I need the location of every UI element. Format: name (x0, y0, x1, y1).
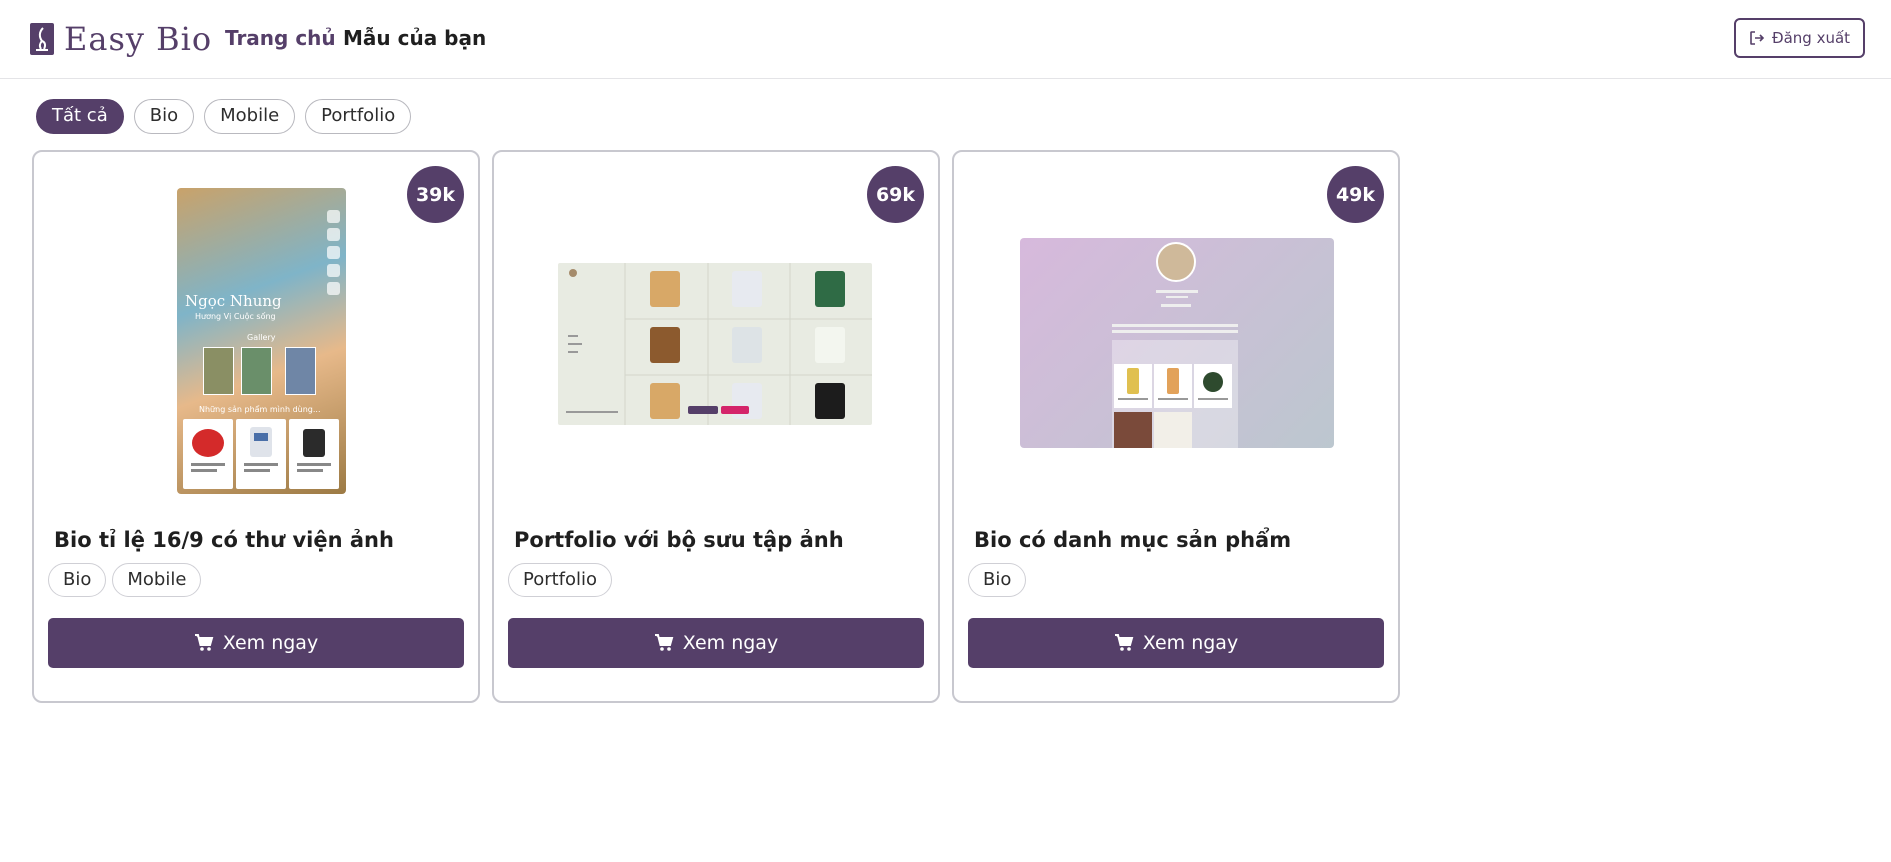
filter-mobile-chip[interactable]: Mobile (204, 99, 296, 134)
template-preview-image[interactable] (558, 263, 872, 425)
preview-mini-button (688, 406, 718, 414)
product-thumbnail (236, 419, 286, 489)
portfolio-thumbnail (732, 327, 762, 363)
card-title: Bio tỉ lệ 16/9 có thư viện ảnh (54, 528, 394, 552)
social-icon (327, 228, 340, 241)
logout-label: Đăng xuất (1771, 29, 1851, 47)
portfolio-thumbnail (650, 383, 680, 419)
card-tags: Portfolio (508, 563, 613, 597)
view-now-button[interactable]: Xem ngay (48, 618, 464, 668)
logo-icon (30, 23, 54, 55)
tag-bio: Bio (48, 563, 107, 597)
product-thumbnail (1114, 412, 1152, 448)
template-card[interactable]: 69k Portfolio với bộ sưu tập ảnh Portfol… (492, 150, 940, 703)
tag-bio: Bio (968, 563, 1027, 597)
view-now-label: Xem ngay (682, 632, 779, 654)
portfolio-thumbnail (815, 383, 845, 419)
product-thumbnail (289, 419, 339, 489)
template-preview-image[interactable] (1020, 238, 1334, 448)
cart-icon (194, 634, 214, 652)
social-icon (327, 282, 340, 295)
tag-mobile: Mobile (112, 563, 202, 597)
cart-icon (1114, 634, 1134, 652)
logo-text: Easy Bio (64, 20, 213, 58)
gallery-photo (203, 347, 234, 395)
price-badge: 39k (407, 166, 464, 223)
card-title: Portfolio với bộ sưu tập ảnh (514, 528, 844, 552)
portfolio-thumbnail (815, 271, 845, 307)
product-thumbnail (183, 419, 233, 489)
preview-products-label: Những sản phẩm mình dùng... (199, 405, 321, 414)
card-title: Bio có danh mục sản phẩm (974, 528, 1292, 552)
header: Easy Bio Trang chủ Mẫu của bạn Đăng xuất (0, 0, 1891, 79)
filter-all-chip[interactable]: Tất cả (36, 99, 124, 134)
preview-gallery-label: Gallery (247, 333, 276, 342)
preview-name: Ngọc Nhung (185, 292, 282, 310)
price-badge: 49k (1327, 166, 1384, 223)
cart-icon (654, 634, 674, 652)
logo[interactable]: Easy Bio (30, 22, 212, 56)
template-card[interactable]: Ngọc Nhung Hương Vị Cuộc sống Gallery Nh… (32, 150, 480, 703)
preview-mini-button (721, 406, 749, 414)
gallery-photo (241, 347, 272, 395)
view-now-label: Xem ngay (222, 632, 319, 654)
portfolio-thumbnail (732, 271, 762, 307)
tag-portfolio: Portfolio (508, 563, 613, 597)
card-tags: Bio Mobile (48, 563, 202, 597)
preview-subtitle: Hương Vị Cuộc sống (195, 312, 276, 321)
social-icon (327, 210, 340, 223)
filter-bio-chip[interactable]: Bio (133, 99, 195, 134)
social-icon (327, 246, 340, 259)
view-now-button[interactable]: Xem ngay (508, 618, 924, 668)
template-preview-image[interactable]: Ngọc Nhung Hương Vị Cuộc sống Gallery Nh… (177, 188, 346, 494)
nav-my-templates-link[interactable]: Mẫu của bạn (343, 26, 486, 50)
price-badge: 69k (867, 166, 924, 223)
social-icon (327, 264, 340, 277)
card-tags: Bio (968, 563, 1027, 597)
logout-button[interactable]: Đăng xuất (1734, 18, 1865, 58)
nav-home-link[interactable]: Trang chủ (225, 26, 336, 50)
template-card[interactable]: 49k Bio có danh mục sản phẩm Bio Xem nga… (952, 150, 1400, 703)
logout-icon (1749, 30, 1765, 46)
portfolio-thumbnail (650, 327, 680, 363)
product-thumbnail (1154, 412, 1192, 448)
view-now-button[interactable]: Xem ngay (968, 618, 1384, 668)
product-thumbnail (1154, 364, 1192, 408)
gallery-photo (285, 347, 316, 395)
filter-portfolio-chip[interactable]: Portfolio (305, 99, 412, 134)
view-now-label: Xem ngay (1142, 632, 1239, 654)
product-thumbnail (1114, 364, 1152, 408)
portfolio-thumbnail (815, 327, 845, 363)
product-thumbnail (1194, 364, 1232, 408)
portfolio-thumbnail (650, 271, 680, 307)
filter-chips: Tất cả Bio Mobile Portfolio (36, 99, 412, 134)
